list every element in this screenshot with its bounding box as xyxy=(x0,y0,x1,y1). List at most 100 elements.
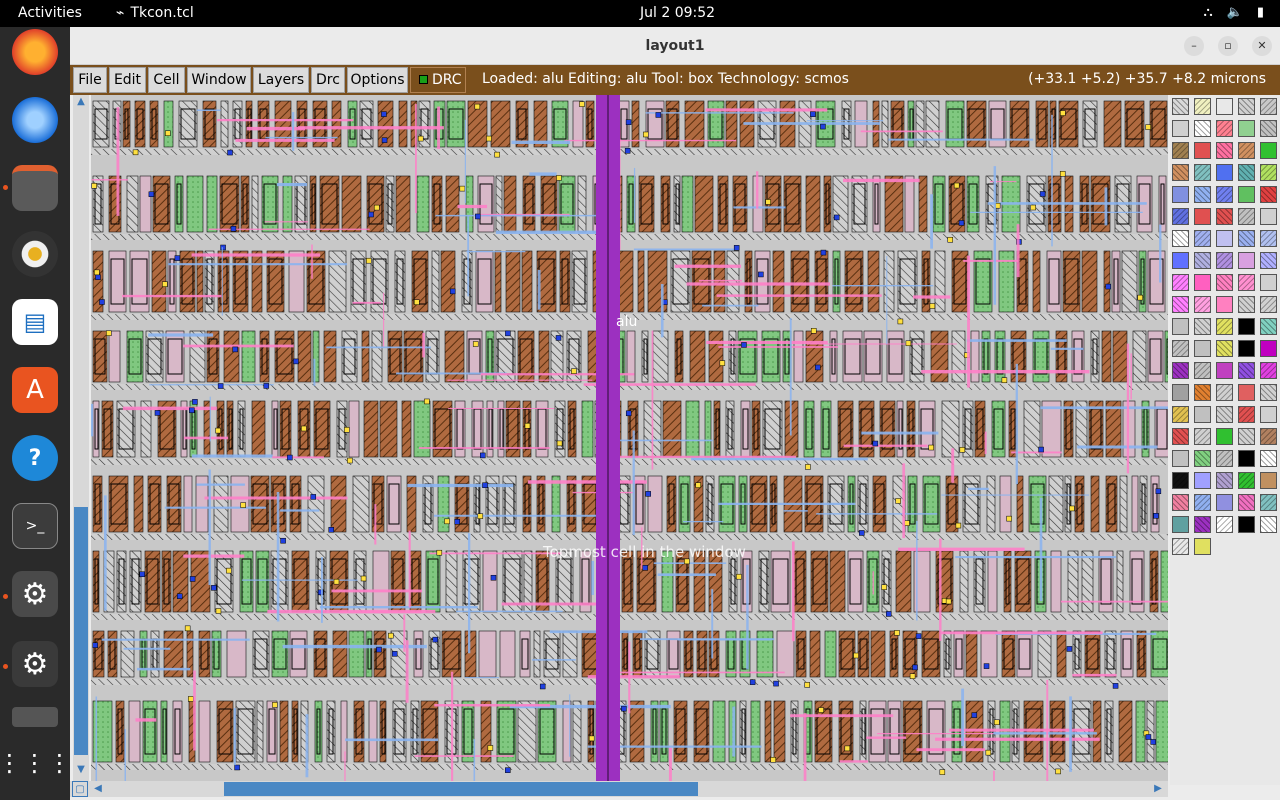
layer-swatch[interactable] xyxy=(1238,450,1255,467)
layer-swatch[interactable] xyxy=(1216,406,1233,423)
menu-window[interactable]: Window xyxy=(187,67,251,93)
terminal-icon[interactable]: >_ xyxy=(12,503,58,549)
layer-swatch[interactable] xyxy=(1238,472,1255,489)
layer-swatch[interactable] xyxy=(1260,142,1277,159)
layer-swatch[interactable] xyxy=(1260,494,1277,511)
system-tray[interactable]: ⛬ 🔈 ▮ xyxy=(1204,5,1264,20)
layer-swatch[interactable] xyxy=(1194,142,1211,159)
layer-swatch[interactable] xyxy=(1216,516,1233,533)
layer-swatch[interactable] xyxy=(1216,296,1233,313)
files-icon[interactable] xyxy=(12,165,58,211)
app-center-icon[interactable]: A xyxy=(12,367,58,413)
menu-drc[interactable]: Drc xyxy=(311,67,345,93)
layer-swatch[interactable] xyxy=(1172,318,1189,335)
layer-palette[interactable] xyxy=(1170,95,1280,785)
layer-swatch[interactable] xyxy=(1194,450,1211,467)
layer-swatch[interactable] xyxy=(1172,296,1189,313)
layer-swatch[interactable] xyxy=(1260,450,1277,467)
layer-swatch[interactable] xyxy=(1172,406,1189,423)
thunderbird-icon[interactable] xyxy=(12,97,58,143)
layer-swatch[interactable] xyxy=(1238,362,1255,379)
layer-swatch[interactable] xyxy=(1194,230,1211,247)
layer-swatch[interactable] xyxy=(1260,296,1277,313)
window-titlebar[interactable]: layout1 – ▫ ✕ xyxy=(70,27,1280,65)
layer-swatch[interactable] xyxy=(1260,230,1277,247)
horizontal-scroll-thumb[interactable] xyxy=(224,782,698,796)
rhythmbox-icon[interactable] xyxy=(12,231,58,277)
layer-swatch[interactable] xyxy=(1172,516,1189,533)
layer-swatch[interactable] xyxy=(1172,186,1189,203)
layer-swatch[interactable] xyxy=(1260,208,1277,225)
layer-swatch[interactable] xyxy=(1216,252,1233,269)
layer-swatch[interactable] xyxy=(1260,406,1277,423)
layer-swatch[interactable] xyxy=(1260,274,1277,291)
layer-swatch[interactable] xyxy=(1260,164,1277,181)
layer-swatch[interactable] xyxy=(1172,472,1189,489)
layer-swatch[interactable] xyxy=(1194,164,1211,181)
layer-swatch[interactable] xyxy=(1216,208,1233,225)
layer-swatch[interactable] xyxy=(1216,186,1233,203)
drc-indicator[interactable]: DRC xyxy=(410,67,466,93)
vertical-scroll-thumb[interactable] xyxy=(74,507,88,755)
menu-cell[interactable]: Cell xyxy=(148,67,185,93)
layer-swatch[interactable] xyxy=(1216,98,1233,115)
layer-swatch[interactable] xyxy=(1194,428,1211,445)
layer-swatch[interactable] xyxy=(1194,98,1211,115)
menu-edit[interactable]: Edit xyxy=(109,67,146,93)
layer-swatch[interactable] xyxy=(1216,274,1233,291)
layer-swatch[interactable] xyxy=(1172,428,1189,445)
layout-canvas[interactable]: alu Topmost cell in the window xyxy=(91,95,1168,781)
layer-swatch[interactable] xyxy=(1194,406,1211,423)
scroll-down-arrow-icon[interactable]: ▼ xyxy=(73,763,89,777)
layer-swatch[interactable] xyxy=(1194,120,1211,137)
layer-swatch[interactable] xyxy=(1172,538,1189,555)
layer-swatch[interactable] xyxy=(1238,186,1255,203)
layer-swatch[interactable] xyxy=(1172,384,1189,401)
layer-swatch[interactable] xyxy=(1172,120,1189,137)
firefox-icon[interactable] xyxy=(12,29,58,75)
drive-icon[interactable] xyxy=(12,707,58,727)
vertical-scrollbar[interactable]: ▲ ▼ xyxy=(73,95,89,785)
layer-swatch[interactable] xyxy=(1260,186,1277,203)
layer-swatch[interactable] xyxy=(1260,98,1277,115)
layer-swatch[interactable] xyxy=(1172,208,1189,225)
layer-swatch[interactable] xyxy=(1238,208,1255,225)
layer-swatch[interactable] xyxy=(1238,230,1255,247)
layer-swatch[interactable] xyxy=(1172,340,1189,357)
layer-swatch[interactable] xyxy=(1238,142,1255,159)
layer-swatch[interactable] xyxy=(1216,142,1233,159)
layer-swatch[interactable] xyxy=(1216,472,1233,489)
layer-swatch[interactable] xyxy=(1238,494,1255,511)
layer-swatch[interactable] xyxy=(1216,120,1233,137)
layer-swatch[interactable] xyxy=(1194,252,1211,269)
minimize-button[interactable]: – xyxy=(1184,36,1204,56)
zoom-box-icon[interactable]: ▢ xyxy=(72,781,88,797)
layer-swatch[interactable] xyxy=(1194,274,1211,291)
layer-swatch[interactable] xyxy=(1172,252,1189,269)
layer-swatch[interactable] xyxy=(1194,384,1211,401)
layer-swatch[interactable] xyxy=(1260,384,1277,401)
layer-swatch[interactable] xyxy=(1260,318,1277,335)
scroll-left-arrow-icon[interactable]: ◀ xyxy=(90,781,106,797)
layer-swatch[interactable] xyxy=(1238,516,1255,533)
layer-swatch[interactable] xyxy=(1216,230,1233,247)
layer-swatch[interactable] xyxy=(1260,120,1277,137)
layer-swatch[interactable] xyxy=(1238,318,1255,335)
scroll-right-arrow-icon[interactable]: ▶ xyxy=(1150,781,1166,797)
layer-swatch[interactable] xyxy=(1216,384,1233,401)
layer-swatch[interactable] xyxy=(1238,340,1255,357)
layer-swatch[interactable] xyxy=(1238,406,1255,423)
clock[interactable]: Jul 2 09:52 xyxy=(640,5,715,21)
layer-swatch[interactable] xyxy=(1216,428,1233,445)
layer-swatch[interactable] xyxy=(1260,362,1277,379)
activities-button[interactable]: Activities xyxy=(18,5,82,21)
settings-icon[interactable]: ⚙ xyxy=(12,641,58,687)
layer-swatch[interactable] xyxy=(1260,516,1277,533)
maximize-button[interactable]: ▫ xyxy=(1218,36,1238,56)
app-menu[interactable]: ⌁ Tkcon.tcl xyxy=(116,5,194,21)
layer-swatch[interactable] xyxy=(1238,252,1255,269)
menu-layers[interactable]: Layers xyxy=(253,67,309,93)
writer-icon[interactable]: ▤ xyxy=(12,299,58,345)
layer-swatch[interactable] xyxy=(1238,296,1255,313)
layer-swatch[interactable] xyxy=(1216,362,1233,379)
